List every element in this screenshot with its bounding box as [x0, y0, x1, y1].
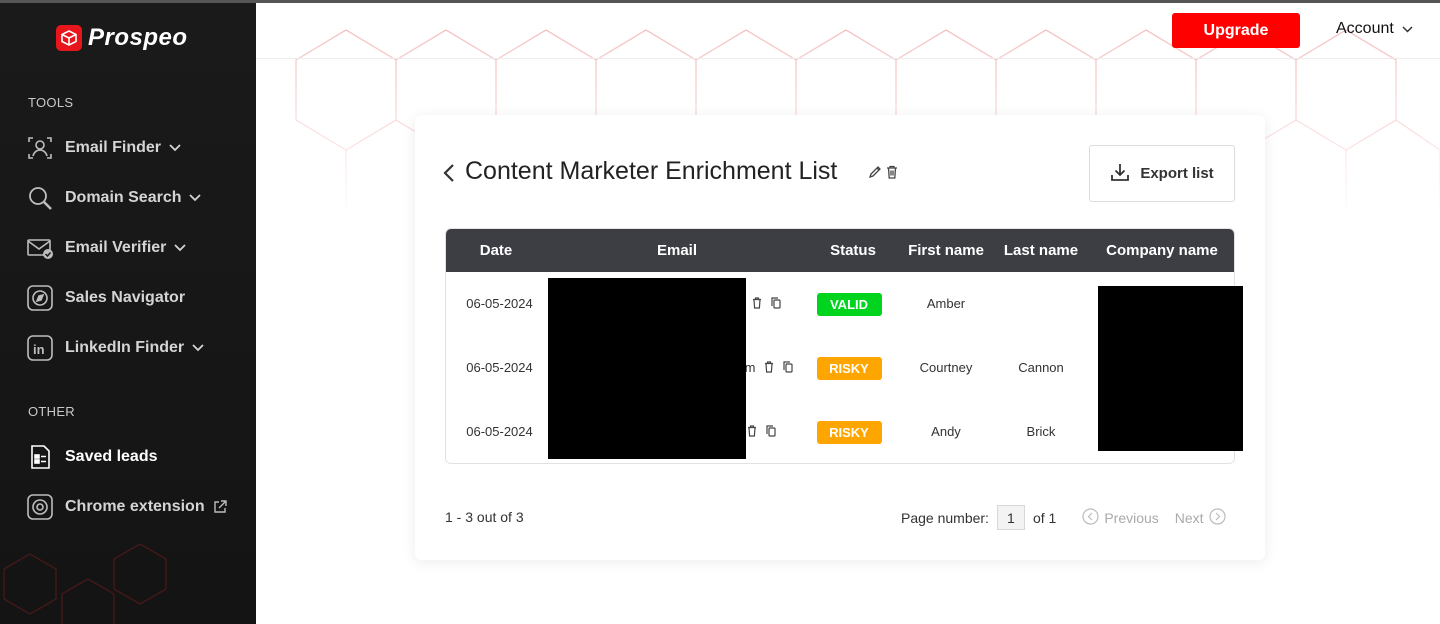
trash-icon[interactable] [752, 296, 762, 314]
cell-last-name: Brick [1026, 424, 1056, 439]
cell-date: 06-05-2024 [466, 296, 533, 311]
chevron-down-icon [189, 194, 202, 202]
sidebar-item-label: LinkedIn Finder [65, 339, 185, 356]
chevron-down-icon [174, 244, 187, 252]
next-page-button[interactable]: Next [1174, 507, 1226, 528]
row-actions [764, 360, 793, 378]
results-count: 1 - 3 out of 3 [445, 509, 524, 525]
trash-icon[interactable] [886, 165, 898, 179]
user-frame-icon [26, 134, 54, 162]
copy-icon[interactable] [766, 424, 776, 442]
row-actions [747, 424, 776, 442]
section-label-tools: TOOLS [28, 95, 74, 110]
export-list-label: Export list [1140, 165, 1214, 182]
copy-icon[interactable] [771, 296, 781, 314]
chevron-right-circle-icon [1208, 507, 1226, 528]
linkedin-icon: in [26, 334, 54, 362]
sidebar-item-saved-leads[interactable]: Saved leads [26, 442, 158, 472]
download-icon [1110, 162, 1130, 186]
chevron-down-icon [192, 344, 204, 352]
chevron-down-icon [1402, 20, 1413, 38]
back-arrow-icon[interactable] [443, 163, 455, 183]
column-header-first-name: First name [908, 242, 984, 259]
column-header-email: Email [656, 242, 698, 259]
cell-last-name: Cannon [1018, 360, 1064, 375]
sidebar-item-label: Chrome extension [65, 498, 205, 515]
next-label: Next [1174, 509, 1204, 526]
redacted-company-block [1098, 286, 1243, 451]
sidebar-item-domain-search[interactable]: Domain Search [26, 183, 202, 213]
sidebar-item-email-verifier[interactable]: Email Verifier [26, 233, 187, 263]
status-badge: VALID [816, 293, 882, 317]
top-bar: Upgrade Account [256, 0, 1440, 59]
cell-date: 06-05-2024 [466, 360, 533, 375]
previous-label: Previous [1104, 509, 1159, 526]
trash-icon[interactable] [747, 424, 757, 442]
cell-first-name: Amber [926, 296, 966, 311]
compass-icon [26, 284, 54, 312]
status-badge: RISKY [816, 421, 882, 445]
sidebar-item-label: Sales Navigator [65, 289, 186, 306]
title-tools [868, 165, 898, 179]
export-list-button[interactable]: Export list [1089, 145, 1235, 202]
column-header-date: Date [479, 242, 513, 259]
list-title: Content Marketer Enrichment List [465, 157, 838, 185]
cell-date: 06-05-2024 [466, 424, 533, 439]
magnifier-icon [26, 184, 54, 212]
sidebar-item-label: Email Verifier [65, 239, 167, 256]
sidebar-item-label: Saved leads [65, 448, 158, 465]
external-link-icon [213, 500, 227, 514]
top-border [0, 0, 1440, 3]
sidebar-item-label: Domain Search [65, 189, 182, 206]
cell-first-name: Courtney [919, 360, 973, 375]
edit-pencil-icon[interactable] [868, 165, 882, 179]
brand-logo[interactable]: Prospeo [56, 24, 188, 52]
sidebar-item-linkedin-finder[interactable]: in LinkedIn Finder [26, 333, 204, 363]
column-header-company-name: Company name [1106, 242, 1218, 259]
prospeo-logo-icon [56, 25, 82, 51]
page-number-label: Page number: [901, 509, 989, 526]
column-header-status: Status [830, 242, 876, 259]
saved-list-icon [26, 443, 54, 471]
cell-last-name [994, 272, 1088, 336]
page-number-input[interactable]: 1 [996, 505, 1025, 530]
hexagon-pattern [3, 544, 167, 624]
cell-status: VALID [808, 272, 890, 336]
table-header: Date Email Status First name Last name C… [446, 229, 1234, 272]
chrome-icon [26, 493, 54, 521]
sidebar-item-email-finder[interactable]: Email Finder [26, 133, 181, 163]
row-actions [752, 296, 781, 314]
sidebar-item-chrome-extension[interactable]: Chrome extension [26, 492, 227, 522]
pagination: Page number: 1 of 1 Previous Next [901, 505, 1226, 530]
cell-status: RISKY [808, 400, 890, 463]
account-label: Account [1336, 20, 1394, 37]
cell-status: RISKY [808, 336, 890, 400]
section-label-other: OTHER [28, 404, 75, 419]
status-badge: RISKY [816, 357, 882, 381]
copy-icon[interactable] [783, 360, 793, 378]
page-total: of 1 [1032, 509, 1057, 526]
previous-page-button[interactable]: Previous [1082, 507, 1159, 528]
redacted-email-block [548, 278, 746, 459]
sidebar-item-sales-navigator[interactable]: Sales Navigator [26, 283, 185, 313]
chevron-down-icon [169, 144, 181, 152]
sidebar-item-label: Email Finder [65, 139, 162, 156]
account-menu[interactable]: Account [1336, 20, 1413, 38]
svg-text:in: in [33, 342, 45, 357]
column-header-last-name: Last name [1003, 242, 1079, 259]
sidebar: Prospeo TOOLS Email Finder Domain Search… [0, 0, 256, 624]
envelope-check-icon [26, 234, 54, 262]
chevron-left-circle-icon [1082, 507, 1099, 528]
upgrade-button[interactable]: Upgrade [1172, 13, 1300, 48]
cell-first-name: Andy [931, 424, 961, 439]
brand-name: Prospeo [88, 24, 188, 51]
trash-icon[interactable] [764, 360, 774, 378]
